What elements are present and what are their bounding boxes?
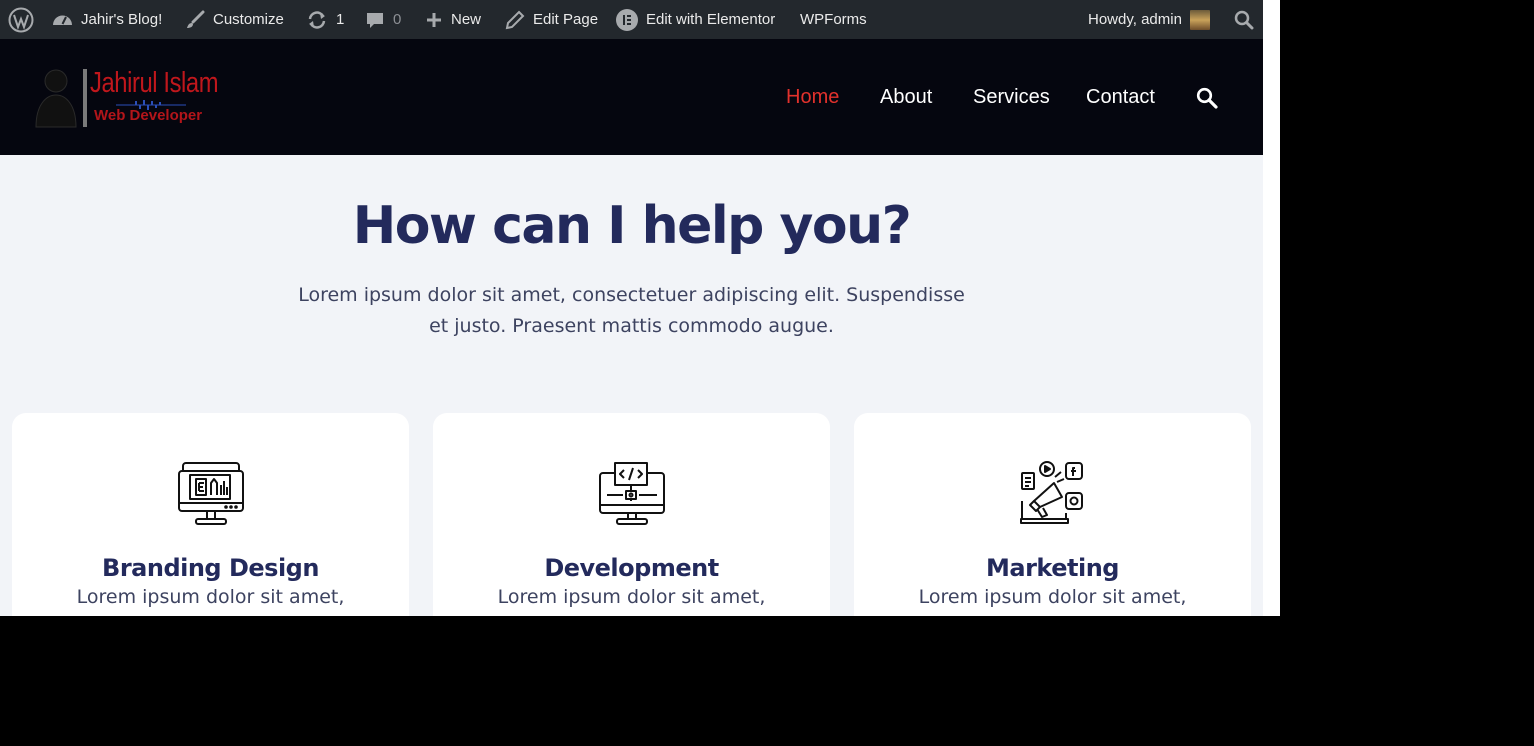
howdy-label: Howdy, admin (1088, 11, 1182, 28)
elementor-icon (616, 8, 638, 31)
service-description: Lorem ipsum dolor sit amet, (76, 586, 345, 608)
nav-services[interactable]: Services (973, 86, 1050, 109)
new-label: New (451, 11, 482, 28)
section-heading: How can I help you? (352, 196, 912, 256)
updates-link[interactable]: 1 (306, 0, 344, 39)
updates-count: 1 (336, 11, 345, 28)
edit-page-link[interactable]: Edit Page (505, 0, 598, 39)
branding-design-icon (178, 462, 244, 525)
new-content-menu[interactable]: New (425, 0, 481, 39)
admin-bar: Jahir's Blog! Customize 1 0 New Edit Pag… (0, 0, 1263, 39)
section-description: Lorem ipsum dolor sit amet, consectetuer… (298, 284, 965, 337)
wordpress-icon (8, 7, 34, 32)
service-card-marketing: Marketing Lorem ipsum dolor sit amet, (854, 413, 1251, 616)
paintbrush-icon (187, 10, 205, 28)
browser-viewport: Jahir's Blog! Customize 1 0 New Edit Pag… (0, 0, 1280, 616)
header-search-button[interactable] (1196, 87, 1218, 109)
search-icon (1234, 10, 1254, 29)
edit-with-elementor-label: Edit with Elementor (646, 11, 776, 28)
comment-icon (367, 12, 383, 28)
nav-about[interactable]: About (880, 86, 932, 109)
site-name-menu[interactable]: Jahir's Blog! (52, 0, 162, 39)
site-header: Jahirul Islam Web Developer Home About S… (0, 39, 1263, 155)
service-title: Marketing (986, 554, 1119, 582)
nav-home[interactable]: Home (786, 86, 839, 109)
edit-with-elementor-link[interactable]: Edit with Elementor (616, 0, 775, 39)
edit-page-label: Edit Page (533, 11, 599, 28)
marketing-icon (1020, 461, 1083, 524)
logo-name: Jahirul Islam (90, 67, 219, 99)
customize-label: Customize (213, 11, 284, 28)
updates-icon (308, 10, 326, 29)
comments-link[interactable]: 0 (365, 0, 401, 39)
service-card-development: Development Lorem ipsum dolor sit amet, (433, 413, 830, 616)
wordpress-logo-button[interactable] (8, 0, 34, 39)
my-account-menu[interactable]: Howdy, admin (1088, 0, 1210, 39)
plus-icon (427, 12, 441, 27)
scrollbar[interactable] (1263, 0, 1280, 616)
wpforms-label: WPForms (800, 11, 867, 28)
site-name-label: Jahir's Blog! (81, 11, 163, 28)
service-title: Branding Design (102, 554, 319, 582)
developer-avatar-icon (35, 69, 87, 128)
logo-tagline: Web Developer (94, 107, 203, 124)
customize-link[interactable]: Customize (185, 0, 284, 39)
nav-contact[interactable]: Contact (1086, 86, 1155, 109)
service-card-branding: Branding Design Lorem ipsum dolor sit am… (12, 413, 409, 616)
comments-count: 0 (393, 11, 402, 28)
search-icon (1196, 87, 1218, 109)
avatar (1189, 9, 1210, 30)
development-icon (599, 462, 665, 525)
site-logo[interactable]: Jahirul Islam Web Developer (32, 65, 244, 129)
dashboard-icon (53, 15, 72, 25)
page-content: Jahir's Blog! Customize 1 0 New Edit Pag… (0, 0, 1263, 616)
pencil-icon (505, 10, 525, 29)
service-title: Development (544, 554, 719, 582)
service-description: Lorem ipsum dolor sit amet, (918, 586, 1187, 608)
admin-search-button[interactable] (1234, 0, 1254, 39)
service-description: Lorem ipsum dolor sit amet, (497, 586, 766, 608)
wpforms-menu[interactable]: WPForms (800, 0, 867, 39)
